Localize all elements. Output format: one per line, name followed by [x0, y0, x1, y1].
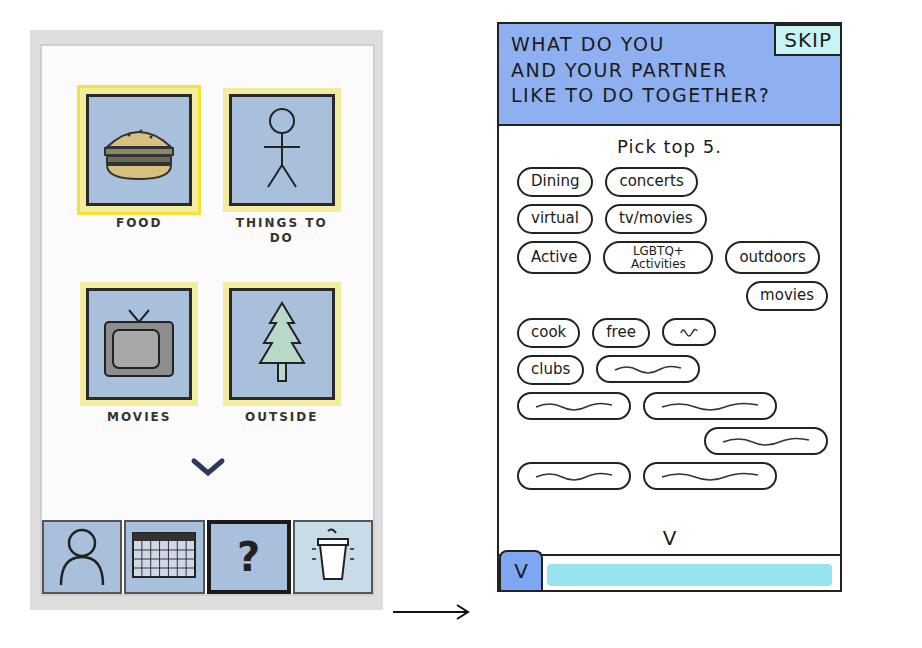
- option-label: virtual: [531, 211, 579, 227]
- option-pill[interactable]: tv/movies: [605, 204, 707, 234]
- option-label: cook: [531, 325, 566, 341]
- option-row: clubs: [511, 355, 828, 385]
- option-list: Dining concerts virtual tv/movies Active LGBT…: [499, 163, 840, 524]
- scribble-pill[interactable]: [643, 462, 777, 490]
- option-pill[interactable]: virtual: [517, 204, 593, 234]
- profile-icon: [57, 525, 107, 585]
- option-label: free: [606, 325, 636, 341]
- title-line: AND YOUR PARTNER: [511, 58, 774, 84]
- question-title: WHAT DO YOUAND YOUR PARTNERLIKE TO DO TO…: [511, 28, 774, 109]
- scribble-pill[interactable]: [643, 392, 777, 420]
- scribble-pill[interactable]: [517, 462, 631, 490]
- scribble-icon: [679, 325, 699, 339]
- chevron-down-icon: [188, 455, 228, 479]
- tree-icon: [252, 299, 312, 389]
- option-pill[interactable]: clubs: [517, 355, 584, 385]
- more-indicator[interactable]: V: [499, 524, 840, 554]
- nav-item[interactable]: [124, 520, 204, 594]
- scribble-icon: [660, 399, 760, 413]
- prototype-screen: FOOD THINGS TO DO MOVIES OUTSIDE?: [40, 44, 375, 596]
- option-label: clubs: [531, 362, 570, 378]
- title-line: WHAT DO YOU: [511, 32, 774, 58]
- nav-icon-wrap: [129, 527, 199, 587]
- burger-icon: [99, 115, 179, 185]
- title-line: LIKE TO DO TOGETHER?: [511, 83, 774, 109]
- tv-icon: [99, 306, 179, 382]
- bottom-tab[interactable]: V: [499, 550, 543, 590]
- category-item[interactable]: THINGS TO DO: [211, 94, 354, 248]
- option-row: Dining concerts: [511, 167, 828, 197]
- scribble-icon: [613, 362, 683, 376]
- scribble-pill[interactable]: [662, 318, 716, 346]
- category-tile[interactable]: [86, 288, 192, 400]
- category-tile[interactable]: [86, 94, 192, 206]
- option-pill[interactable]: movies: [746, 281, 828, 311]
- option-label: Active: [531, 250, 577, 266]
- option-row: [511, 462, 828, 490]
- flow-arrow: [391, 602, 471, 622]
- scribble-icon: [721, 434, 811, 448]
- option-pill[interactable]: cook: [517, 318, 580, 348]
- option-row: movies: [511, 281, 828, 311]
- wireframe-screen: WHAT DO YOUAND YOUR PARTNERLIKE TO DO TO…: [497, 22, 842, 592]
- option-label: outdoors: [739, 250, 805, 266]
- category-label: MOVIES: [103, 408, 175, 427]
- option-pill[interactable]: free: [592, 318, 650, 348]
- option-label: movies: [760, 288, 814, 304]
- option-row: Active LGBTQ+ Activities outdoors: [511, 241, 828, 274]
- option-row: [511, 392, 828, 420]
- option-pill[interactable]: LGBTQ+ Activities: [603, 241, 713, 274]
- drink-icon: [308, 527, 358, 583]
- arrow-right-icon: [391, 602, 471, 622]
- option-pill[interactable]: Dining: [517, 167, 593, 197]
- category-label: OUTSIDE: [241, 408, 322, 427]
- option-row: cook free: [511, 318, 828, 348]
- option-label: concerts: [619, 174, 683, 190]
- scribble-icon: [534, 399, 614, 413]
- progress-bar: [547, 564, 832, 586]
- instruction: Pick top 5.: [499, 126, 840, 163]
- category-tile[interactable]: [229, 94, 335, 206]
- category-tile[interactable]: [229, 288, 335, 400]
- calendar-icon: [129, 527, 199, 583]
- option-row: virtual tv/movies: [511, 204, 828, 234]
- nav-icon-wrap: [308, 527, 358, 587]
- category-grid: FOOD THINGS TO DO MOVIES OUTSIDE: [42, 46, 373, 427]
- nav-item[interactable]: ?: [207, 520, 291, 594]
- option-label: Dining: [531, 174, 579, 190]
- question-header: WHAT DO YOUAND YOUR PARTNERLIKE TO DO TO…: [499, 24, 840, 126]
- scribble-icon: [534, 469, 614, 483]
- category-item[interactable]: OUTSIDE: [211, 288, 354, 427]
- nav-item[interactable]: [42, 520, 122, 594]
- scroll-indicator: [42, 455, 373, 520]
- option-pill[interactable]: outdoors: [725, 241, 819, 274]
- option-pill[interactable]: concerts: [605, 167, 697, 197]
- category-label: FOOD: [112, 214, 167, 233]
- nav-item[interactable]: [293, 520, 373, 594]
- bottom-bar: V: [499, 554, 840, 590]
- nav-icon-wrap: [57, 525, 107, 589]
- help-icon: ?: [237, 534, 260, 580]
- scribble-pill[interactable]: [704, 427, 828, 455]
- nav-icon-wrap: ?: [237, 537, 260, 577]
- prototype-photo: FOOD THINGS TO DO MOVIES OUTSIDE?: [30, 30, 383, 610]
- scribble-pill[interactable]: [517, 392, 631, 420]
- option-label: LGBTQ+ Activities: [613, 245, 703, 270]
- skip-button[interactable]: SKIP: [774, 24, 840, 56]
- category-label: THINGS TO DO: [218, 214, 346, 248]
- bottom-nav: ?: [42, 520, 373, 594]
- option-row: [511, 427, 828, 455]
- category-item[interactable]: MOVIES: [68, 288, 211, 427]
- stick-figure-icon: [252, 105, 312, 195]
- scribble-pill[interactable]: [596, 355, 700, 383]
- option-label: tv/movies: [619, 211, 693, 227]
- option-pill[interactable]: Active: [517, 241, 591, 274]
- category-item[interactable]: FOOD: [68, 94, 211, 248]
- scribble-icon: [660, 469, 760, 483]
